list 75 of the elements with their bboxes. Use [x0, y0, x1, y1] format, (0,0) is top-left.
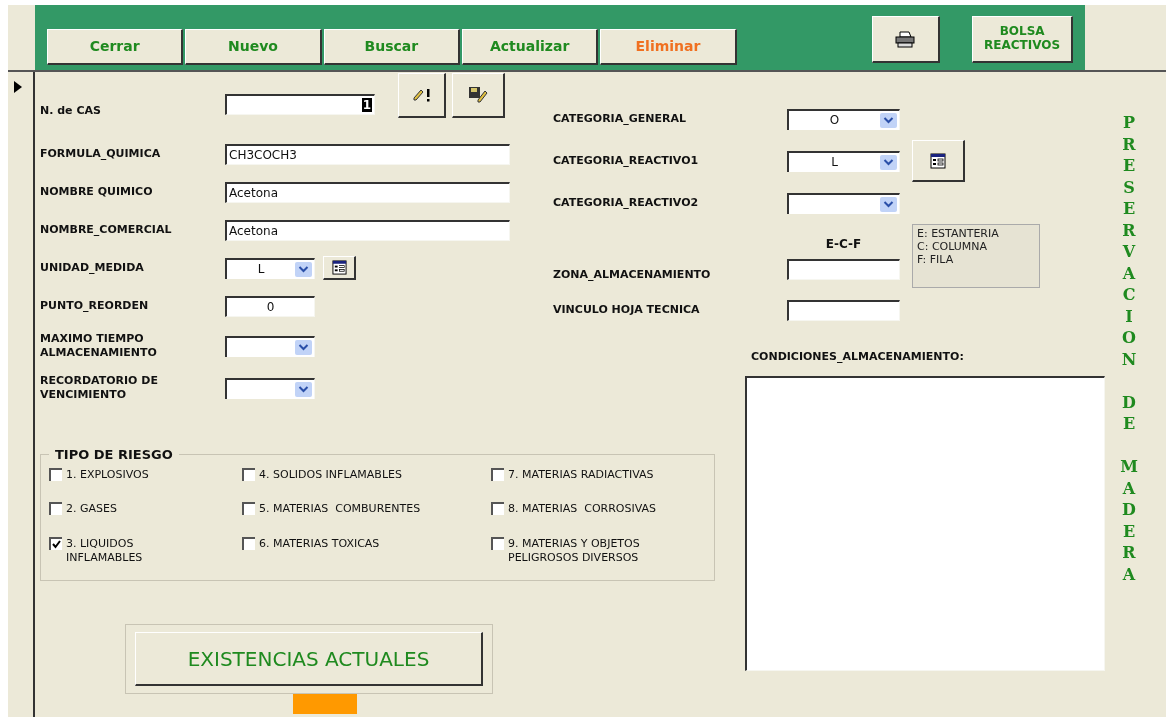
- field-label: CATEGORIA_GENERAL: [553, 112, 687, 126]
- form-icon: [930, 152, 946, 169]
- pencil-icon: [411, 88, 432, 102]
- field-label: N. de CAS: [40, 104, 102, 118]
- dropdown-icon[interactable]: [880, 196, 897, 212]
- input-field[interactable]: Acetona: [225, 219, 510, 241]
- field-label: VINCULO HOJA TECNICA: [553, 303, 701, 317]
- toolbar-button[interactable]: Actualizar: [462, 28, 599, 65]
- dropdown-icon[interactable]: [880, 112, 897, 128]
- floppy-pencil-icon: [468, 86, 488, 104]
- combo-field[interactable]: O: [787, 108, 900, 130]
- edit-button[interactable]: [398, 73, 446, 118]
- combo-field[interactable]: [787, 192, 900, 214]
- group-title: TIPO DE RIESGO: [54, 447, 174, 462]
- checkbox-label: 3. LIQUIDOS INFLAMABLES: [66, 537, 144, 566]
- dropdown-icon[interactable]: [295, 261, 312, 277]
- toolbar-button[interactable]: BOLSA REACTIVOS: [972, 16, 1074, 63]
- checkbox-label: 2. GASES: [66, 502, 117, 517]
- input-field[interactable]: 1: [225, 94, 375, 115]
- checkbox[interactable]: [49, 502, 62, 515]
- checkbox-label: 6. MATERIAS TOXICAS: [259, 537, 380, 552]
- lookup-button[interactable]: [323, 256, 356, 280]
- field-label: NOMBRE QUIMICO: [40, 185, 154, 199]
- checkbox-label: 4. SOLIDOS INFLAMABLES: [259, 468, 402, 483]
- checkbox-label: 9. MATERIAS Y OBJETOS PELIGROSOS DIVERSOS: [508, 537, 641, 566]
- field-label: PUNTO_REORDEN: [40, 299, 150, 313]
- toolbar-button[interactable]: Buscar: [323, 28, 460, 65]
- checkbox-label: 7. MATERIAS RADIACTIVAS: [508, 468, 654, 483]
- input-field[interactable]: [787, 299, 900, 321]
- checkbox[interactable]: [491, 468, 504, 481]
- toolbar-button[interactable]: Nuevo: [185, 28, 322, 65]
- field-label: FORMULA_QUIMICA: [40, 147, 162, 161]
- input-field[interactable]: 0: [225, 295, 315, 317]
- dropdown-icon[interactable]: [295, 339, 312, 355]
- legend-line: C: COLUMNA: [917, 240, 989, 254]
- combo-field[interactable]: L: [225, 257, 315, 279]
- field-label: MAXIMO TIEMPO ALMACENAMIENTO: [40, 332, 158, 360]
- save-button[interactable]: [452, 73, 505, 118]
- combo-field[interactable]: [225, 377, 315, 399]
- checkbox[interactable]: [49, 537, 62, 550]
- legend-line: F: FILA: [917, 253, 955, 267]
- form-icon: [331, 260, 347, 275]
- input-field[interactable]: Acetona: [225, 181, 510, 203]
- print-button[interactable]: [871, 16, 941, 63]
- input-field[interactable]: [787, 259, 900, 280]
- field-label: UNIDAD_MEDIDA: [40, 261, 145, 275]
- checkbox[interactable]: [242, 537, 255, 550]
- field-label: CATEGORIA_REACTIVO1: [553, 154, 700, 168]
- input-field[interactable]: CH3COCH3: [225, 143, 510, 165]
- checkbox[interactable]: [49, 468, 62, 481]
- format-hint: E-C-F: [825, 237, 862, 251]
- dropdown-icon[interactable]: [880, 154, 897, 170]
- combo-field[interactable]: L: [787, 150, 900, 172]
- stock-button[interactable]: EXISTENCIAS ACTUALES: [135, 632, 483, 686]
- field-label: CONDICIONES_ALMACENAMIENTO:: [751, 350, 965, 363]
- checkbox-label: 5. MATERIAS COMBURENTES: [259, 502, 421, 517]
- lookup-button[interactable]: [912, 140, 965, 182]
- printer-icon: [895, 30, 916, 48]
- checkbox[interactable]: [242, 502, 255, 515]
- checkbox-label: 1. EXPLOSIVOS: [66, 468, 149, 483]
- legend-line: E: ESTANTERIA: [917, 227, 1000, 241]
- dropdown-icon[interactable]: [295, 381, 312, 397]
- checkbox-label: 8. MATERIAS CORROSIVAS: [508, 502, 657, 517]
- checkbox[interactable]: [242, 468, 255, 481]
- toolbar-button[interactable]: Cerrar: [47, 28, 184, 65]
- field-label: ZONA_ALMACENAMIENTO: [553, 268, 712, 282]
- field-label: RECORDATORIO DE VENCIMIENTO: [40, 374, 159, 402]
- vertical-title: PRESERVACION DE MADERA: [1119, 112, 1139, 586]
- indicator-bar: [293, 694, 357, 714]
- field-label: NOMBRE_COMERCIAL: [40, 223, 173, 237]
- checkbox[interactable]: [491, 537, 504, 550]
- combo-field[interactable]: [225, 335, 315, 357]
- conditions-field[interactable]: [745, 376, 1105, 671]
- field-label: CATEGORIA_REACTIVO2: [553, 196, 700, 210]
- checkbox[interactable]: [491, 502, 504, 515]
